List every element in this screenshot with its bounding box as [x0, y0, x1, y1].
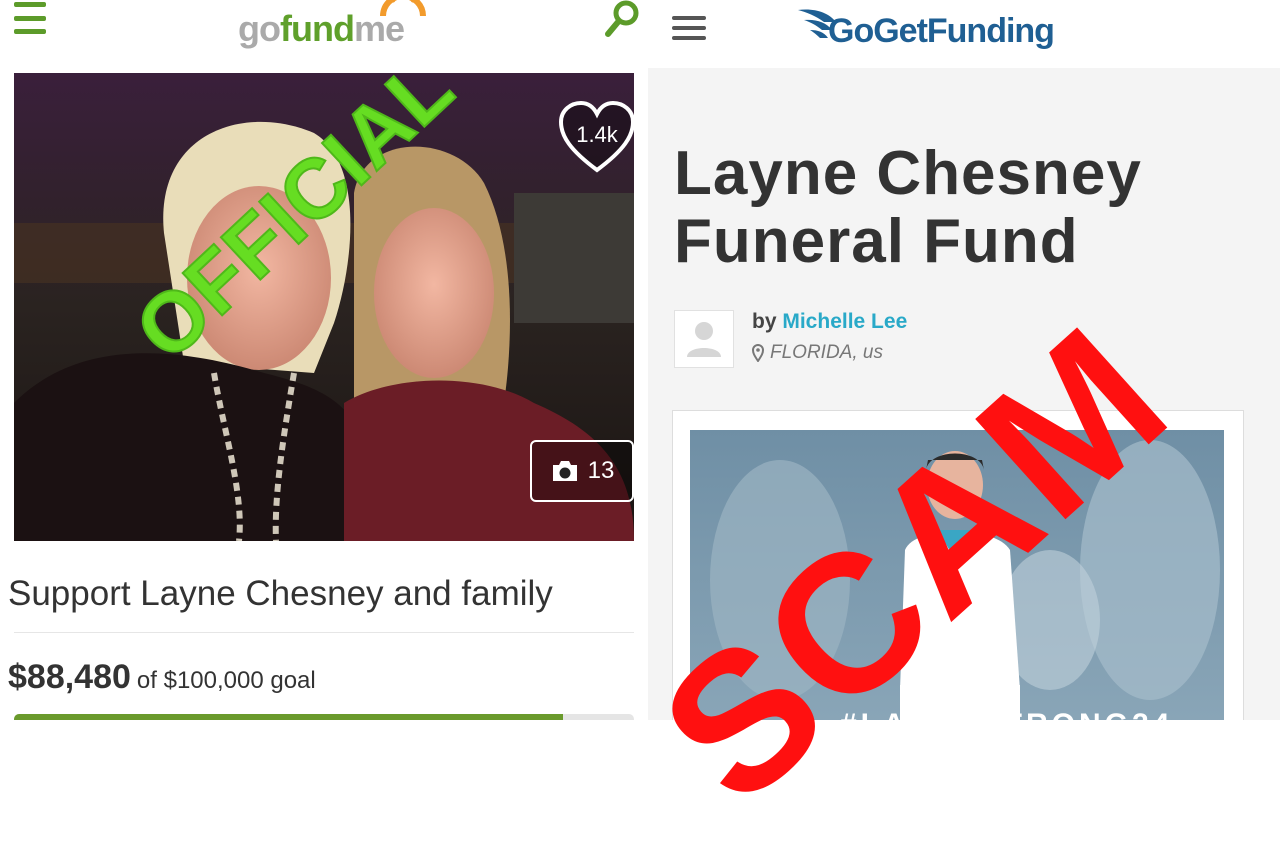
- by-label: by: [752, 310, 777, 333]
- menu-icon[interactable]: [14, 2, 46, 34]
- campaign-title-line-1: Layne Chesney: [674, 139, 1142, 208]
- campaign-title: Layne Chesney Funeral Fund: [674, 140, 1142, 276]
- campaign-title: Support Layne Chesney and family: [8, 574, 553, 613]
- logo-go: go: [238, 8, 281, 49]
- organizer-name-link[interactable]: Michelle Lee: [782, 310, 907, 333]
- panel-divider: [640, 0, 648, 720]
- location-text: FLORIDA, us: [770, 342, 883, 363]
- progress-bar: [14, 714, 634, 720]
- gofundme-panel: gofundme 1.4k 13 OFFICIAL Support Layne …: [0, 0, 640, 720]
- camera-icon: [552, 461, 577, 481]
- gofundme-logo[interactable]: gofundme: [238, 8, 405, 50]
- location: FLORIDA, us: [752, 342, 883, 364]
- funds-raised: $88,480 of $100,000 goal: [8, 658, 316, 697]
- favorite-button[interactable]: 1.4k: [558, 100, 636, 178]
- photo-gallery-button[interactable]: 13: [530, 440, 634, 502]
- avatar[interactable]: [674, 310, 734, 368]
- photo-count-label: 13: [587, 457, 615, 484]
- location-pin-icon: [752, 344, 764, 362]
- menu-icon[interactable]: [672, 16, 706, 40]
- search-icon[interactable]: [604, 0, 640, 40]
- campaign-title-line-2: Funeral Fund: [674, 207, 1079, 276]
- organizer-line: by Michelle Lee: [752, 310, 907, 334]
- raised-amount: $88,480: [8, 658, 131, 696]
- divider: [14, 632, 634, 633]
- logo-fund: fund: [279, 8, 355, 49]
- gogetfunding-logo[interactable]: GoGetFunding: [828, 12, 1055, 51]
- avatar-placeholder-icon: [687, 322, 721, 357]
- favorite-count: 1.4k: [576, 122, 618, 147]
- logo-me: me: [353, 8, 405, 49]
- goal-text: of $100,000 goal: [136, 667, 316, 694]
- progress-fill: [14, 714, 563, 720]
